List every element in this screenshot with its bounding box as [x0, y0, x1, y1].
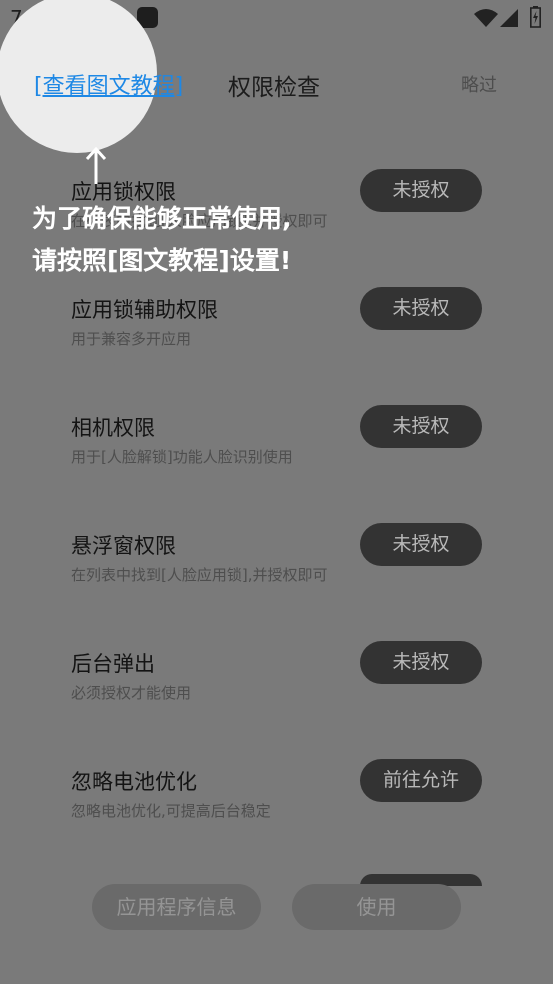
app-info-button[interactable]: 应用程序信息	[92, 884, 261, 930]
permission-item-accessibility: 应用锁辅助权限 用于兼容多开应用 未授权	[0, 284, 553, 364]
authorize-button[interactable]: 未授权	[360, 287, 482, 330]
guide-line-1: 为了确保能够正常使用,	[32, 204, 292, 233]
permission-item-camera: 相机权限 用于[人脸解锁]功能人脸识别使用 未授权	[0, 402, 553, 482]
authorize-button[interactable]: 未授权	[360, 523, 482, 566]
permission-item-battery: 忽略电池优化 忽略电池优化,可提高后台稳定 前往允许	[0, 756, 553, 836]
skip-button[interactable]: 略过	[461, 71, 497, 97]
signal-icon	[500, 9, 518, 27]
bottom-bar: 应用程序信息 使用	[0, 884, 553, 932]
permission-desc: 在列表中找到[人脸应用锁],并授权即可	[71, 566, 328, 584]
toolbar: [查看图文教程] 权限检查 略过	[0, 58, 553, 108]
permission-title: 忽略电池优化	[71, 770, 197, 794]
permission-desc: 忽略电池优化,可提高后台稳定	[71, 802, 271, 820]
guide-text: 为了确保能够正常使用, 请按照[图文教程]设置!	[32, 198, 292, 282]
battery-icon	[530, 6, 541, 28]
permission-title: 相机权限	[71, 416, 155, 440]
permission-title: 悬浮窗权限	[71, 534, 176, 558]
permission-title: 应用锁辅助权限	[71, 298, 218, 322]
permission-item-background-popup: 后台弹出 必须授权才能使用 未授权	[0, 638, 553, 718]
go-allow-button[interactable]: 前往允许	[360, 759, 482, 802]
permission-desc: 必须授权才能使用	[71, 684, 192, 702]
permission-title: 后台弹出	[71, 652, 155, 676]
authorize-button[interactable]: 未授权	[360, 169, 482, 212]
wifi-icon	[474, 9, 498, 27]
authorize-button[interactable]: 未授权	[360, 641, 482, 684]
permission-item-overlay: 悬浮窗权限 在列表中找到[人脸应用锁],并授权即可 未授权	[0, 520, 553, 600]
use-button[interactable]: 使用	[292, 884, 461, 930]
permission-desc: 用于兼容多开应用	[71, 330, 192, 348]
authorize-button[interactable]: 未授权	[360, 405, 482, 448]
arrow-up-icon	[85, 146, 107, 184]
permission-desc: 用于[人脸解锁]功能人脸识别使用	[71, 448, 293, 466]
guide-line-2: 请按照[图文教程]设置!	[32, 246, 292, 275]
tutorial-link[interactable]: [查看图文教程]	[34, 68, 183, 100]
page-title: 权限检查	[228, 75, 320, 101]
